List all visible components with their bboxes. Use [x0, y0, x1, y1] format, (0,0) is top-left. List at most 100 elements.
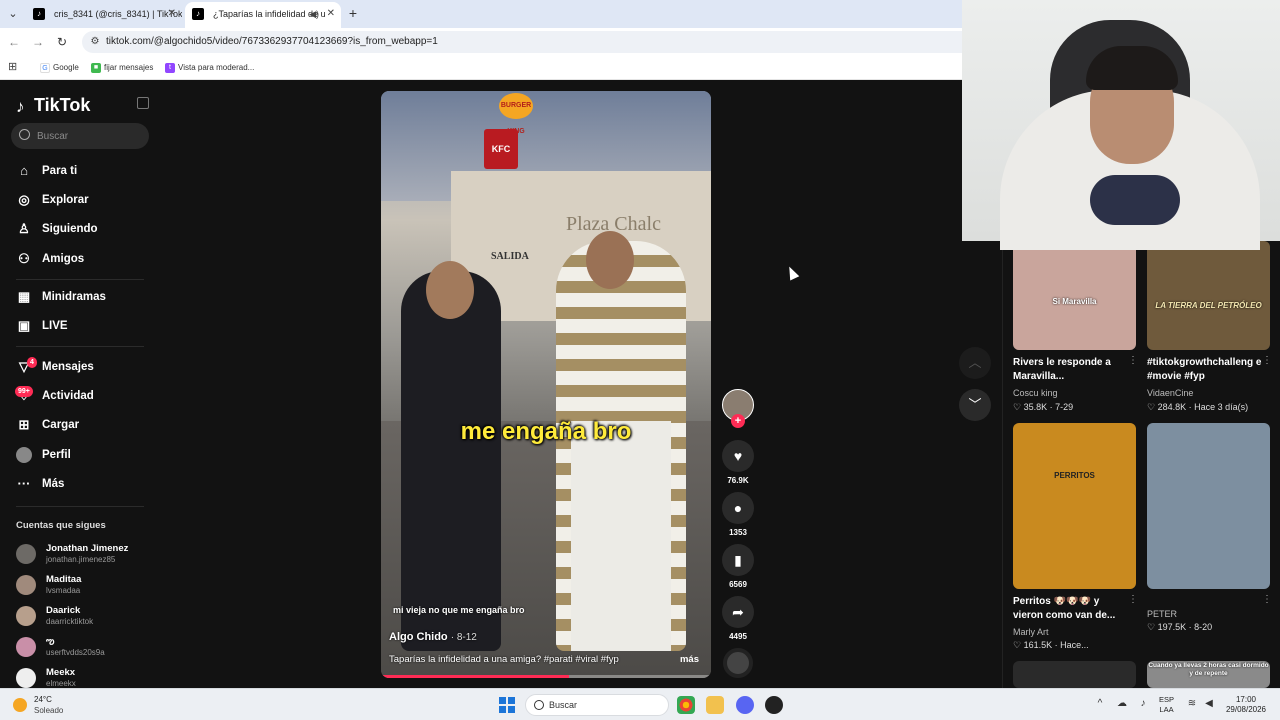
following-account[interactable]: Jonathan Jimenez jonathan.jimenez85 [16, 542, 156, 568]
share-arrow-icon: ➦ [732, 604, 744, 620]
nav-label: LIVE [42, 320, 68, 332]
recommendation-title[interactable]: Rivers le responde a Maravilla... [1013, 356, 1128, 384]
bookmark-google[interactable]: G Google [40, 60, 79, 76]
sun-icon[interactable] [13, 698, 27, 712]
video-date: · 8-12 [450, 632, 477, 643]
wifi-icon[interactable]: ≋ [1186, 698, 1198, 710]
tiktok-logo[interactable]: ♪ TikTok [16, 93, 90, 117]
taskbar-search[interactable]: Buscar [525, 694, 669, 716]
recommendation-thumbnail[interactable] [1013, 661, 1136, 688]
recommendation-author[interactable]: Marly Art [1013, 627, 1049, 637]
nav-minidramas[interactable]: ▦ Minidramas [0, 285, 150, 309]
windows-start-icon[interactable] [499, 697, 515, 713]
search-icon [534, 700, 544, 710]
apps-grid-icon[interactable]: ⊞ [8, 61, 20, 73]
author-name[interactable]: Algo Chido [389, 631, 448, 643]
network-tray-icon[interactable]: ☁ [1116, 698, 1128, 710]
chevron-up-icon: ︿ [968, 355, 982, 370]
more-options-icon[interactable]: ⋮ [1128, 355, 1138, 366]
nav-para-ti[interactable]: ⌂ Para ti [0, 159, 150, 183]
nav-cargar[interactable]: ⊞ Cargar [0, 413, 150, 437]
recommendation-thumbnail[interactable]: Cuando ya llevas 2 horas casi dormido y … [1147, 661, 1270, 688]
comment-button[interactable]: ● [722, 492, 754, 524]
search-input[interactable] [37, 123, 145, 149]
video-player[interactable]: BURGER KING KFC Plaza Chalc SALIDA me en… [381, 91, 711, 678]
previous-video-button[interactable]: ︿ [959, 347, 991, 379]
volume-icon[interactable]: ◀ [1203, 698, 1215, 710]
comment-count: 1353 [729, 528, 747, 537]
music-disc-icon[interactable] [723, 648, 753, 678]
url-field[interactable]: ⚙ tiktok.com/@algochido5/video/767336293… [82, 31, 962, 53]
forward-button[interactable]: → [30, 34, 46, 50]
weather-description[interactable]: Soleado [34, 706, 63, 715]
speaker-icon[interactable]: ◀) [309, 2, 319, 26]
obs-icon[interactable] [765, 696, 783, 714]
follow-button[interactable]: + [731, 414, 745, 428]
share-button[interactable]: ➦ [722, 596, 754, 628]
bookmark-icon: ▮ [734, 552, 742, 568]
reload-button[interactable]: ↻ [54, 34, 70, 50]
nav-mas[interactable]: ··· Más [0, 472, 150, 496]
close-tab-icon[interactable]: ✕ [168, 2, 176, 26]
system-clock[interactable]: 17:00 29/08/2026 [1222, 695, 1270, 715]
weather-temperature[interactable]: 24°C [34, 695, 52, 704]
save-button[interactable]: ▮ [722, 544, 754, 576]
clock-time: 17:00 [1235, 695, 1257, 704]
language-indicator[interactable]: ESP LAA [1159, 695, 1174, 715]
nav-label: Cargar [42, 419, 80, 431]
like-button[interactable]: ♥ [722, 440, 754, 472]
nav-mensajes[interactable]: ▽ Mensajes 4 [0, 355, 150, 379]
sidebar-divider [16, 506, 144, 507]
tab-cris-profile[interactable]: ♪ cris_8341 (@cris_8341) | TikTok ✕ [26, 2, 182, 28]
account-handle: daarricktiktok [46, 617, 94, 626]
tab-current-video[interactable]: ♪ ¿Taparías la infidelidad de u ◀) ✕ [185, 2, 341, 28]
bookmark-vista-moderador[interactable]: t Vista para moderad... [165, 60, 254, 76]
nav-siguiendo[interactable]: ♙ Siguiendo [0, 217, 150, 241]
video-person-right-legs [571, 421, 671, 651]
tiktok-note-icon: ♪ [16, 97, 25, 116]
next-video-button[interactable]: ﹀ [959, 389, 991, 421]
recommendation-thumbnail[interactable]: Si Maravilla [1013, 241, 1136, 350]
discord-icon[interactable] [736, 696, 754, 714]
new-tab-button[interactable]: + [346, 4, 360, 22]
close-tab-icon[interactable]: ✕ [327, 2, 335, 26]
video-progress-bar[interactable] [381, 675, 711, 678]
nav-live[interactable]: ▣ LIVE [0, 314, 150, 338]
chevron-up-icon[interactable]: ^ [1094, 698, 1106, 710]
following-account[interactable]: Maditaa lvsmadaa [16, 573, 156, 599]
collapse-sidebar-icon[interactable] [137, 97, 149, 109]
recommendation-title[interactable]: Perritos 🐶🐶🐶 y vieron como van de... [1013, 595, 1128, 623]
compass-icon: ◎ [18, 192, 30, 207]
more-description-button[interactable]: más [680, 654, 699, 665]
back-button[interactable]: ← [6, 34, 22, 50]
more-options-icon[interactable]: ⋮ [1262, 594, 1272, 605]
google-icon: G [40, 63, 50, 73]
recommendation-author[interactable]: Coscu king [1013, 388, 1058, 398]
nav-amigos[interactable]: ⚇ Amigos [0, 247, 150, 271]
nav-actividad[interactable]: ♡ Actividad 99+ [0, 384, 150, 408]
microphone-icon[interactable]: ♪ [1137, 698, 1149, 710]
video-author[interactable]: Algo Chido · 8-12 [389, 631, 477, 643]
following-account[interactable]: Daarick daarricktiktok [16, 604, 156, 630]
file-explorer-icon[interactable] [706, 696, 724, 714]
search-box[interactable] [11, 123, 149, 149]
video-person-left [401, 271, 501, 651]
tab-search-icon[interactable]: ⌄ [4, 5, 22, 23]
more-options-icon[interactable]: ⋮ [1262, 355, 1272, 366]
recommendation-author[interactable]: PETER [1147, 609, 1177, 619]
recommendation-title[interactable]: #tiktokgrowthchalleng e #movie #fyp [1147, 356, 1262, 384]
nav-label: Perfil [42, 449, 71, 461]
bookmark-fijar-mensajes[interactable]: ■ fijar mensajes [91, 60, 153, 76]
site-info-icon[interactable]: ⚙ [88, 35, 102, 49]
nav-perfil[interactable]: Perfil [0, 443, 150, 467]
following-account[interactable]: ఌ userftvdds20s9a [16, 635, 156, 661]
account-name: Jonathan Jimenez [46, 543, 129, 554]
recommendation-thumbnail[interactable]: PERRITOS [1013, 423, 1136, 589]
recommendation-author[interactable]: VidaenCine [1147, 388, 1193, 398]
more-options-icon[interactable]: ⋮ [1128, 594, 1138, 605]
account-handle: elmeekx [46, 679, 76, 688]
nav-explorar[interactable]: ◎ Explorar [0, 188, 150, 212]
recommendation-thumbnail[interactable]: LA TIERRA DEL PETRÓLEO [1147, 241, 1270, 350]
chrome-icon[interactable] [677, 696, 695, 714]
recommendation-thumbnail[interactable] [1147, 423, 1270, 589]
